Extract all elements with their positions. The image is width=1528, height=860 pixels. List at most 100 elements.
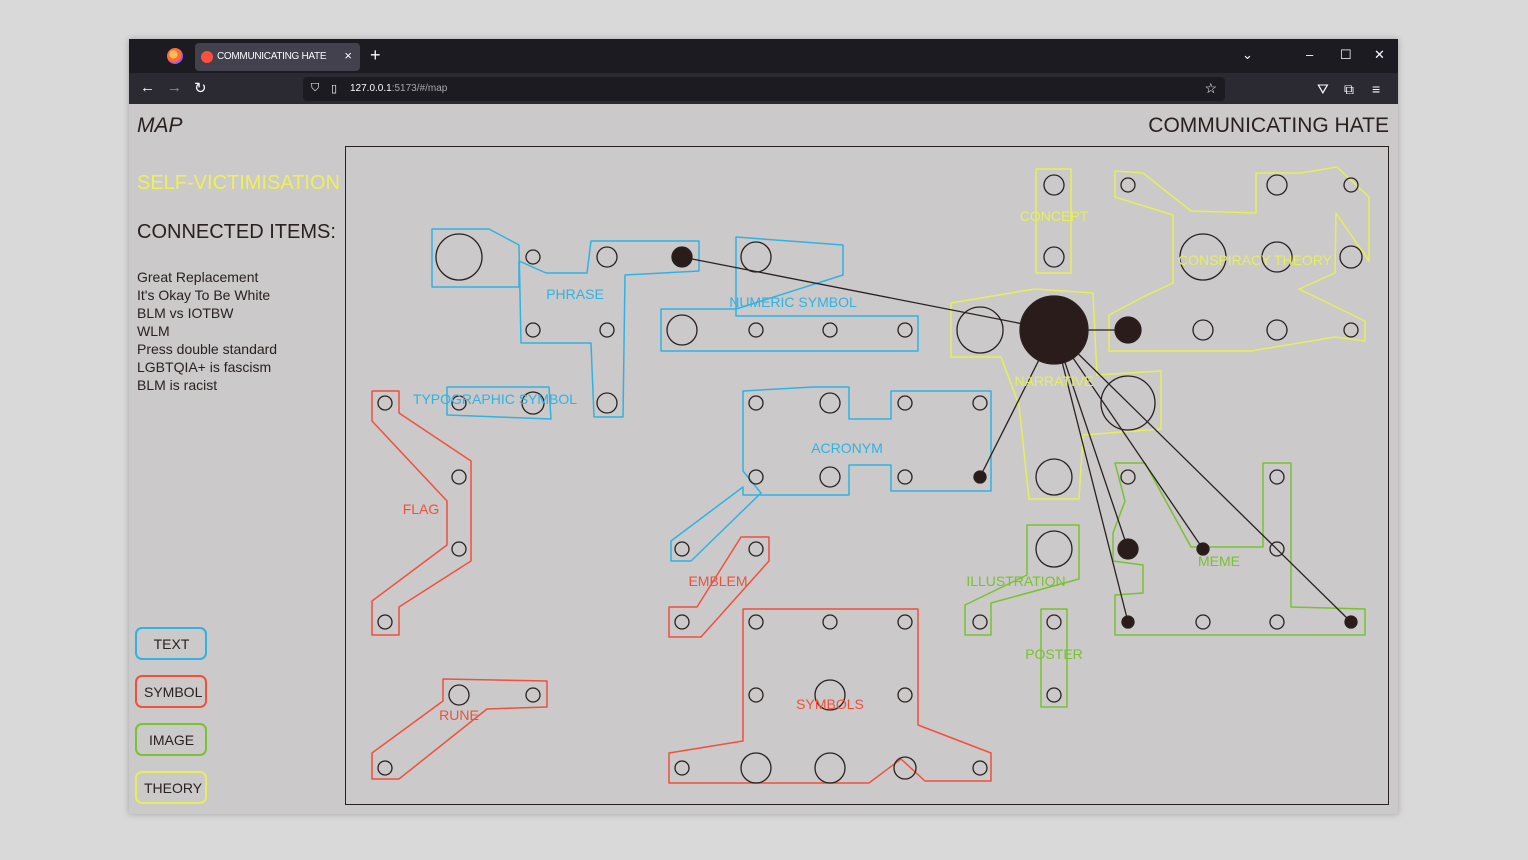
connected-item[interactable]: BLM is racist bbox=[137, 376, 277, 394]
cluster-label-concept[interactable]: CONCEPT bbox=[1020, 208, 1089, 224]
map-node[interactable] bbox=[1269, 614, 1285, 630]
minimize-icon[interactable]: – bbox=[1306, 47, 1313, 62]
connected-item[interactable]: Great Replacement bbox=[137, 268, 277, 286]
map-node-connected[interactable] bbox=[1344, 615, 1358, 629]
url-text[interactable]: 127.0.0.1:5173/#/map bbox=[350, 83, 447, 94]
legend-text-button[interactable]: TEXT bbox=[135, 627, 207, 660]
map-node[interactable] bbox=[748, 541, 764, 557]
map-node[interactable] bbox=[897, 687, 913, 703]
map-node[interactable] bbox=[740, 752, 772, 784]
legend-symbol-button[interactable]: SYMBOL bbox=[135, 675, 207, 708]
connection-line[interactable] bbox=[1053, 329, 1129, 550]
map-node[interactable] bbox=[972, 395, 988, 411]
map-node-connected[interactable] bbox=[671, 246, 693, 268]
map-node[interactable] bbox=[897, 614, 913, 630]
cluster-label-flag[interactable]: FLAG bbox=[403, 501, 440, 517]
map-node[interactable] bbox=[897, 469, 913, 485]
map-node-connected[interactable] bbox=[1121, 615, 1135, 629]
cluster-label-narrative[interactable]: NARRATIVE bbox=[1014, 373, 1093, 389]
map-node[interactable] bbox=[448, 684, 470, 706]
connected-item[interactable]: Press double standard bbox=[137, 340, 277, 358]
map-node[interactable] bbox=[972, 760, 988, 776]
map-graph[interactable]: PHRASE NUMERIC SYMBOL TYPOGRAPHIC SYMBOL AC… bbox=[346, 147, 1390, 806]
map-node[interactable] bbox=[956, 306, 1004, 354]
cluster-label-poster[interactable]: POSTER bbox=[1025, 646, 1083, 662]
map-node[interactable] bbox=[819, 392, 841, 414]
map-node[interactable] bbox=[674, 760, 690, 776]
connection-line[interactable] bbox=[1053, 329, 1204, 550]
connected-item[interactable]: LGBTQIA+ is fascism bbox=[137, 358, 277, 376]
map-node[interactable] bbox=[740, 241, 772, 273]
cluster-label-symbols[interactable]: SYMBOLS bbox=[796, 696, 864, 712]
map-node[interactable] bbox=[451, 541, 467, 557]
map-node[interactable] bbox=[1035, 530, 1073, 568]
cluster-label-rune[interactable]: RUNE bbox=[439, 707, 479, 723]
cluster-outline-phrase[interactable] bbox=[431, 228, 700, 418]
cluster-label-typographic-symbol[interactable]: TYPOGRAPHIC SYMBOL bbox=[413, 391, 577, 407]
map-node[interactable] bbox=[1195, 614, 1211, 630]
map-node[interactable] bbox=[596, 392, 618, 414]
map-node[interactable] bbox=[1266, 174, 1288, 196]
map-node[interactable] bbox=[1192, 319, 1214, 341]
connected-item[interactable]: BLM vs IOTBW bbox=[137, 304, 277, 322]
map-node[interactable] bbox=[1339, 245, 1363, 269]
tab-list-chevron-icon[interactable]: ⌄ bbox=[1242, 47, 1253, 63]
cluster-label-numeric-symbol[interactable]: NUMERIC SYMBOL bbox=[729, 294, 857, 310]
cluster-outline-meme[interactable] bbox=[1112, 462, 1366, 636]
map-node[interactable] bbox=[596, 246, 618, 268]
map-node[interactable] bbox=[525, 322, 541, 338]
map-node[interactable] bbox=[525, 687, 541, 703]
tab-close-icon[interactable]: × bbox=[344, 48, 352, 63]
close-window-icon[interactable]: ✕ bbox=[1374, 47, 1385, 63]
map-node[interactable] bbox=[748, 614, 764, 630]
map-node[interactable] bbox=[897, 322, 913, 338]
reload-icon[interactable]: ↻ bbox=[194, 79, 207, 97]
map-node[interactable] bbox=[451, 469, 467, 485]
map-node[interactable] bbox=[1046, 687, 1062, 703]
map-canvas[interactable]: PHRASE NUMERIC SYMBOL TYPOGRAPHIC SYMBOL AC… bbox=[345, 146, 1389, 805]
map-node[interactable] bbox=[748, 469, 764, 485]
cluster-label-emblem[interactable]: EMBLEM bbox=[688, 573, 747, 589]
map-node[interactable] bbox=[377, 395, 393, 411]
map-node[interactable] bbox=[972, 614, 988, 630]
map-node[interactable] bbox=[822, 614, 838, 630]
back-icon[interactable]: ← bbox=[140, 79, 155, 96]
cluster-label-acronym[interactable]: ACRONYM bbox=[811, 440, 883, 456]
url-bar[interactable]: ⛉ ▯ 127.0.0.1:5173/#/map ☆ bbox=[303, 77, 1225, 101]
menu-icon[interactable]: ≡ bbox=[1372, 81, 1380, 97]
map-node[interactable] bbox=[1266, 319, 1288, 341]
map-node[interactable] bbox=[748, 687, 764, 703]
connected-item[interactable]: It's Okay To Be White bbox=[137, 286, 277, 304]
map-node[interactable] bbox=[814, 752, 846, 784]
map-node[interactable] bbox=[893, 756, 917, 780]
map-node[interactable] bbox=[377, 760, 393, 776]
browser-tab[interactable]: COMMUNICATING HATE × bbox=[195, 43, 360, 71]
cluster-label-illustration[interactable]: ILLUSTRATION bbox=[966, 573, 1065, 589]
pocket-icon[interactable]: ⛛ bbox=[1317, 81, 1329, 98]
map-node[interactable] bbox=[822, 322, 838, 338]
map-node[interactable] bbox=[897, 395, 913, 411]
extensions-icon[interactable]: ⧉ bbox=[1344, 81, 1354, 98]
shield-icon[interactable]: ⛉ bbox=[311, 82, 319, 95]
forward-icon[interactable]: → bbox=[167, 79, 182, 96]
map-node[interactable] bbox=[1035, 458, 1073, 496]
map-node[interactable] bbox=[1343, 322, 1359, 338]
map-node[interactable] bbox=[1046, 614, 1062, 630]
cluster-label-phrase[interactable]: PHRASE bbox=[546, 286, 604, 302]
map-node[interactable] bbox=[435, 233, 483, 281]
map-node[interactable] bbox=[819, 466, 841, 488]
map-node[interactable] bbox=[599, 322, 615, 338]
map-node[interactable] bbox=[525, 249, 541, 265]
legend-theory-button[interactable]: THEORY bbox=[135, 771, 207, 804]
connection-line[interactable] bbox=[1053, 329, 1352, 623]
map-node[interactable] bbox=[748, 395, 764, 411]
legend-image-button[interactable]: IMAGE bbox=[135, 723, 207, 756]
map-node[interactable] bbox=[674, 614, 690, 630]
map-node-connected[interactable] bbox=[1117, 538, 1139, 560]
cluster-outline-rune[interactable] bbox=[371, 678, 548, 780]
map-node[interactable] bbox=[1043, 246, 1065, 268]
map-node-connected[interactable] bbox=[1114, 316, 1142, 344]
map-node[interactable] bbox=[1043, 174, 1065, 196]
map-node-connected[interactable] bbox=[973, 470, 987, 484]
map-node[interactable] bbox=[666, 314, 698, 346]
